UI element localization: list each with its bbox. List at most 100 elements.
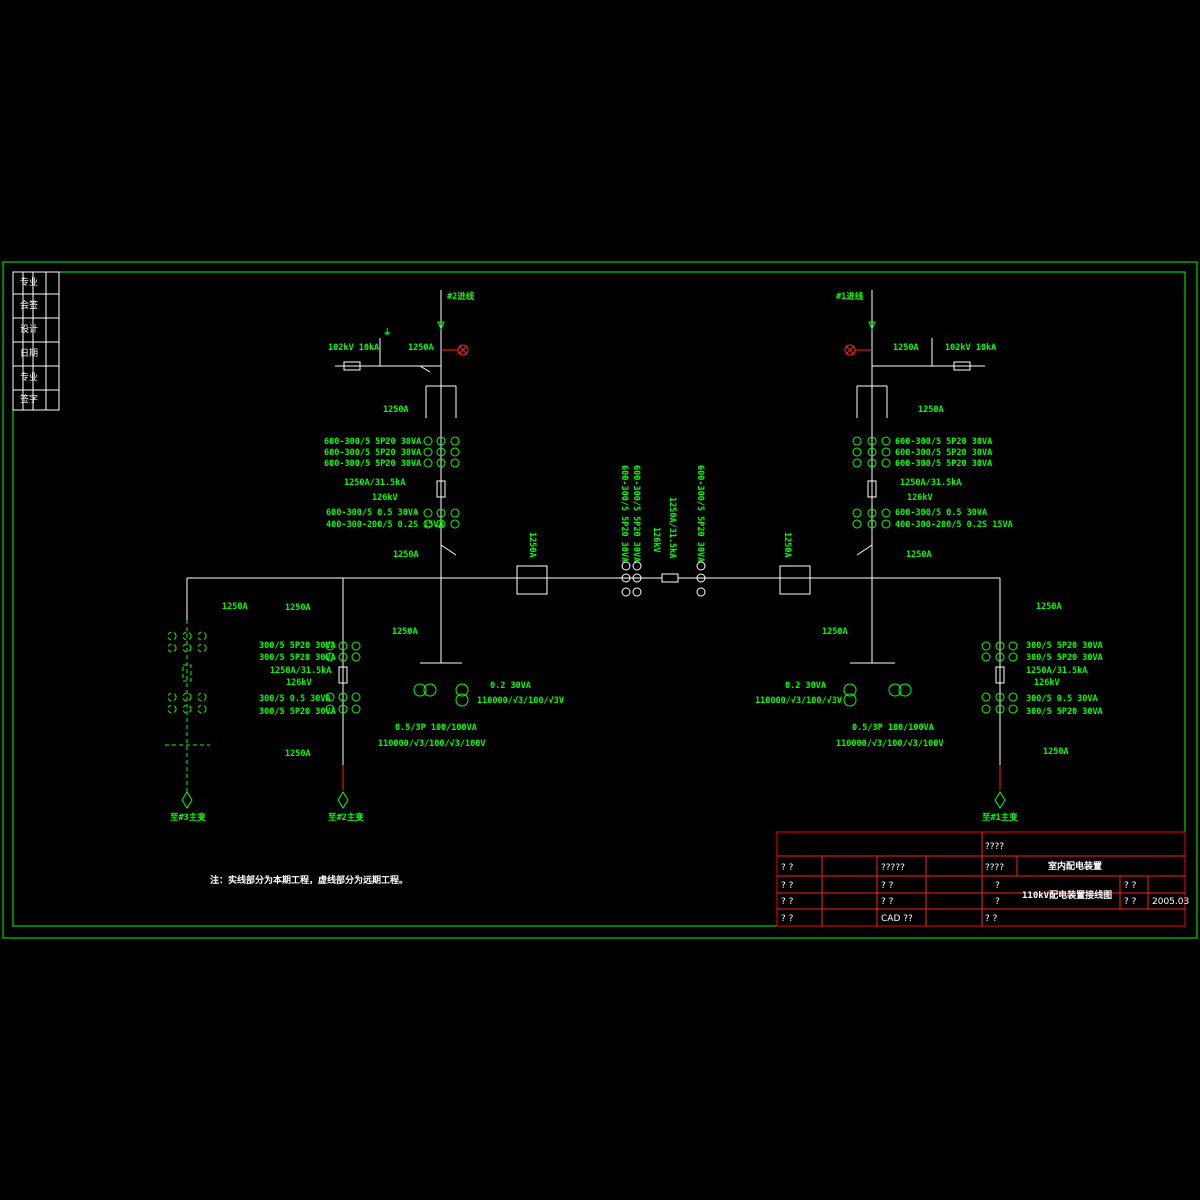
- bus-tie-voltage: 126kV: [651, 527, 661, 553]
- ct-rating: 600-300/5 0.5 30VA: [326, 508, 418, 518]
- drawing-canvas: 专业 会签 设计 日期 专业 签字 #2进线 102kV 10kA 1250A …: [0, 0, 1200, 1200]
- tb-cell: ? ?: [781, 914, 794, 924]
- pt-ratio: 110000/√3/100/√3V: [477, 696, 564, 706]
- ct-rating: 600-300/5 5P20 30VA: [324, 459, 421, 469]
- ct-rating: 300/5 5P20 30VA: [259, 707, 336, 717]
- ct-rating: 300/5 0.5 30VA: [1026, 694, 1098, 704]
- ct-rating: 300/5 5P20 30VA: [1026, 641, 1103, 651]
- tb-cell: ?: [995, 897, 1000, 907]
- reactor-rating: 1250A/31.5kA: [270, 666, 331, 676]
- strip-cell: 专业: [20, 371, 38, 383]
- ct-rating: 300/5 0.5 30VA: [259, 694, 331, 704]
- reactor-rating: 1250A/31.5kA: [344, 478, 405, 488]
- pt-ratio: 110000/√3/100/√3V: [755, 696, 842, 706]
- pt-right: 1250A 0.2 30VA 110000/√3/100/√3V 0.5/3P …: [755, 578, 943, 749]
- breaker-rating: 1250A: [906, 550, 932, 560]
- tb-cell: ????: [985, 863, 1004, 873]
- pt-ratio: 110000/√3/100/√3/100V: [378, 739, 485, 749]
- pt-accuracy: 0.2 30VA: [785, 681, 826, 691]
- feeder-t2: 1250A 300/5 5P20 30VA 300/5 5P20 30VA 12…: [259, 578, 364, 823]
- voltage-rating: 126kV: [1034, 678, 1060, 688]
- tb-cell: ? ?: [781, 897, 794, 907]
- pt-accuracy: 0.2 30VA: [490, 681, 531, 691]
- bus-tie-ct: 600-300/5 5P20 30VA: [619, 465, 629, 562]
- feeder-destination: 至#2主变: [328, 812, 364, 823]
- tb-cell: CAD ??: [881, 914, 913, 924]
- voltage-rating: 126kV: [372, 493, 398, 503]
- incoming-feeder-1: #1进线 1250A 102kV 10kA 1250A 600-300/5 5P…: [836, 290, 1013, 578]
- switch-rating: 1250A: [222, 602, 248, 612]
- ct-rating: 300/5 5P20 30VA: [259, 641, 336, 651]
- tb-project-name: 室内配电装置: [1048, 860, 1102, 872]
- strip-cell: 设计: [20, 323, 38, 335]
- breaker-rating: 1250A: [893, 343, 919, 353]
- tb-cell: ?????: [881, 863, 905, 873]
- bus-tie-ct: 600-300/5 5P20 30VA: [631, 465, 641, 562]
- ct-rating: 400-300-200/5 0.2S 15VA: [895, 520, 1013, 530]
- pt-accuracy: 0.5/3P 100/100VA: [852, 723, 934, 733]
- voltage-rating: 126kV: [286, 678, 312, 688]
- pt-accuracy: 0.5/3P 100/100VA: [395, 723, 477, 733]
- reactor-rating: 1250A/31.5kA: [1026, 666, 1087, 676]
- bus-tie-rating: 1250A/31.5kA: [667, 497, 677, 558]
- tb-cell: ?: [995, 881, 1000, 891]
- strip-cell: 专业: [20, 276, 38, 288]
- arrester-rating: 102kV 10kA: [945, 343, 996, 353]
- bus-tie: 1250A 1250A 600-300/5 5P20 30VA 600-300/…: [516, 465, 811, 597]
- tb-cell: ? ?: [1124, 897, 1137, 907]
- ct-rating: 400-300-200/5 0.2S 15VA: [326, 520, 444, 530]
- ct-rating: 300/5 5P20 30VA: [1026, 653, 1103, 663]
- switch-rating: 1250A: [1036, 602, 1062, 612]
- strip-cell: 会签: [20, 299, 38, 311]
- ct-rating: 600-300/5 5P20 30VA: [324, 437, 421, 447]
- incoming-feeder-2: #2进线 102kV 10kA 1250A ⏚ 1250A 600-300/5 …: [324, 290, 475, 578]
- pt-switch-rating: 1250A: [822, 627, 848, 637]
- feeder-label: #1进线: [836, 291, 864, 302]
- feeder-destination: 至#3主变: [170, 812, 206, 823]
- strip-cell: 日期: [20, 348, 38, 359]
- ct-rating: 600-300/5 5P20 30VA: [324, 448, 421, 458]
- ground-mark: ⏚: [383, 328, 392, 338]
- arrester-rating: 102kV 10kA: [328, 343, 379, 353]
- tb-cell: ? ?: [781, 881, 794, 891]
- tb-cell: ? ?: [781, 863, 794, 873]
- pt-switch-rating: 1250A: [392, 627, 418, 637]
- pt-ratio: 110000/√3/100/√3/100V: [836, 739, 943, 749]
- voltage-rating: 126kV: [907, 493, 933, 503]
- bus-tie-ct: 600-300/5 5P20 30VA: [695, 465, 705, 562]
- tb-drawing-title: 110kV配电装置接线图: [1022, 889, 1112, 901]
- strip-cell: 签字: [20, 393, 38, 405]
- tb-date: 2005.03: [1152, 897, 1189, 907]
- ct-rating: 600-300/5 5P20 30VA: [895, 459, 992, 469]
- switch-rating: 1250A: [285, 749, 311, 759]
- drawing-note: 注：实线部分为本期工程，虚线部分为远期工程。: [210, 874, 408, 886]
- schematic: 专业 会签 设计 日期 专业 签字 #2进线 102kV 10kA 1250A …: [2, 261, 1198, 939]
- breaker-rating: 1250A: [383, 405, 409, 415]
- inner-frame: [12, 271, 1186, 927]
- bus-tie-switch-rating: 1250A: [527, 532, 537, 558]
- switch-rating: 1250A: [285, 603, 311, 613]
- breaker-rating: 1250A: [393, 550, 419, 560]
- outer-frame: [2, 261, 1198, 939]
- feeder-t3: 1250A 至#3主变: [165, 578, 248, 823]
- ct-rating: 600-300/5 5P20 30VA: [895, 448, 992, 458]
- feeder-t1: 1250A 300/5 5P20 30VA 300/5 5P20 30VA 12…: [981, 578, 1103, 823]
- switch-rating: 1250A: [1043, 747, 1069, 757]
- reactor-rating: 1250A/31.5kA: [900, 478, 961, 488]
- tb-cell: ????: [985, 842, 1004, 852]
- feeder-destination: 至#1主变: [982, 812, 1018, 823]
- tb-cell: ? ?: [881, 897, 894, 907]
- tb-cell: ? ?: [881, 881, 894, 891]
- bus-tie-switch-rating: 1250A: [782, 532, 792, 558]
- feeder-label: #2进线: [447, 291, 475, 302]
- ct-rating: 300/5 5P20 30VA: [259, 653, 336, 663]
- title-block: ???? ? ? ????? ???? 室内配电装置 ? ? ? ? ? 110…: [776, 831, 1189, 927]
- ct-rating: 600-300/5 5P20 30VA: [895, 437, 992, 447]
- breaker-rating: 1250A: [918, 405, 944, 415]
- tb-cell: ? ?: [985, 914, 998, 924]
- pt-left: 1250A 0.2 30VA 110000/√3/100/√3V 0.5/3P …: [378, 578, 564, 749]
- left-strip: 专业 会签 设计 日期 专业 签字: [12, 271, 60, 411]
- ct-rating: 600-300/5 0.5 30VA: [895, 508, 987, 518]
- tb-cell: ? ?: [1124, 881, 1137, 891]
- breaker-rating: 1250A: [408, 343, 434, 353]
